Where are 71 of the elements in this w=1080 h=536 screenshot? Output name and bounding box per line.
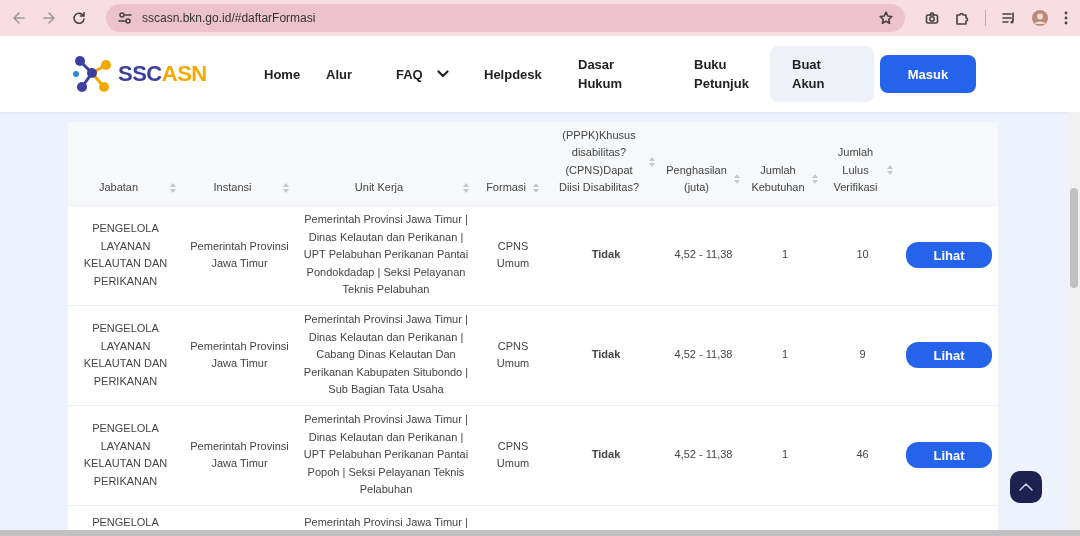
back-icon[interactable] — [12, 11, 26, 25]
sort-icon[interactable] — [648, 155, 656, 168]
media-icon[interactable] — [1002, 11, 1016, 25]
table-cell-text: Tidak — [591, 347, 621, 363]
column-header[interactable]: Jumlah Lulus Verifikasi — [831, 144, 880, 197]
logo-text: SSCASN — [118, 61, 207, 87]
table-cell-text: CPNS Umum — [495, 238, 531, 271]
column-header[interactable]: Formasi — [486, 179, 526, 197]
table-cell-text: Pemerintah Provinsi Jawa Timur | Dinas Kelautan dan Perikanan | UPT Pelabuhan Perikanan Pantai Pondokdadap | Seksi Pelayanan Teknis Pelabuhan — [302, 212, 470, 298]
table-cell-text: 46 — [856, 447, 869, 463]
sort-icon[interactable] — [732, 173, 741, 185]
table-cell-text: PENGELOLA LAYANAN KELAUTAN DAN PERIKANAN — [82, 321, 169, 389]
table-cell-text: CPNS Umum — [495, 438, 531, 471]
table-cell-text: 4,52 - 11,38 — [674, 447, 733, 463]
address-bar[interactable]: sscasn.bkn.go.id/#daftarFormasi — [106, 4, 905, 32]
column-header[interactable]: Jumlah Kebutuhan — [751, 161, 805, 197]
nav-link[interactable]: Buku Petunjuk — [684, 46, 768, 102]
column-header[interactable]: Penghasilan (juta) — [666, 161, 727, 197]
table-cell-text: CPNS Umum — [495, 338, 531, 371]
sort-icon[interactable] — [282, 181, 290, 194]
table-cell-text: PENGELOLA LAYANAN KELAUTAN DAN PERIKANAN — [82, 221, 169, 289]
reload-icon[interactable] — [72, 11, 86, 25]
more-icon[interactable] — [1064, 11, 1068, 25]
chevron-up-icon — [1019, 483, 1033, 491]
table-cell-text: 4,52 - 11,38 — [674, 347, 733, 363]
puzzle-icon[interactable] — [955, 11, 969, 25]
forward-icon[interactable] — [42, 11, 56, 25]
table-cell-text: 1 — [781, 447, 789, 463]
table-cell-text: Pemerintah Provinsi Jawa Timur — [189, 238, 290, 271]
register-button[interactable]: Buat Akun — [770, 46, 874, 102]
nav-dropdown[interactable]: FAQ — [386, 46, 474, 102]
sort-icon[interactable] — [462, 181, 470, 194]
column-header[interactable]: Jabatan — [74, 179, 163, 197]
view-button[interactable]: Lihat — [906, 442, 992, 468]
nav-link[interactable]: Alur — [316, 46, 386, 102]
view-button[interactable]: Lihat — [906, 342, 992, 368]
sort-icon[interactable] — [531, 181, 540, 194]
table-cell-text: Tidak — [591, 447, 621, 463]
sort-icon[interactable] — [811, 173, 819, 185]
table-cell-text: PENGELOLA LAYANAN KELAUTAN DAN PERIKANAN — [82, 421, 169, 489]
nav-link[interactable]: Home — [254, 46, 316, 102]
table-cell-text: 4,52 - 11,38 — [674, 247, 733, 263]
table-cell-text: Pemerintah Provinsi Jawa Timur | Dinas Kelautan dan Perikanan | Cabang Dinas Kelautan Dan Perikanan Kabupaten Situbondo | Sub Bagian Tata Usaha — [302, 312, 470, 398]
column-header[interactable]: Instansi — [189, 179, 276, 197]
chevron-down-icon — [436, 70, 449, 78]
view-button[interactable]: Lihat — [906, 242, 992, 268]
sort-icon[interactable] — [886, 164, 894, 177]
table-cell-text: 9 — [859, 347, 866, 363]
table-cell-text: Tidak — [591, 247, 621, 263]
table-cell-text: 1 — [781, 247, 789, 263]
column-header[interactable]: (PPPK)Khusus disabilitas?(CPNS)Dapat Diisi Disabilitas? — [556, 126, 642, 197]
table-cell-text: 1 — [781, 347, 789, 363]
table-cell-text: PENGELOLA — [92, 514, 159, 530]
avatar-icon[interactable] — [1032, 10, 1048, 26]
table-cell-text: 10 — [856, 247, 869, 263]
horizontal-scrollbar[interactable] — [0, 530, 1080, 536]
url-text: sscasn.bkn.go.id/#daftarFormasi — [142, 11, 316, 25]
column-header[interactable]: Unit Kerja — [302, 179, 456, 197]
star-icon[interactable] — [879, 11, 893, 25]
table-cell-text: Pemerintah Provinsi Jawa Timur — [189, 438, 290, 471]
sort-icon[interactable] — [169, 181, 177, 194]
back-to-top-button[interactable] — [1010, 471, 1042, 503]
nav-link[interactable]: Helpdesk — [474, 46, 568, 102]
nav-link[interactable]: Dasar Hukum — [568, 46, 684, 102]
scrollbar[interactable] — [1068, 112, 1080, 530]
camera-icon[interactable] — [925, 11, 939, 25]
site-settings-icon[interactable] — [118, 11, 132, 25]
table-cell-text: Pemerintah Provinsi Jawa Timur | — [304, 514, 468, 530]
table-cell-text: Pemerintah Provinsi Jawa Timur | Dinas Kelautan dan Perikanan | UPT Pelabuhan Perikanan Pantai Popoh | Seksi Pelayanan Teknis Pelabuhan — [302, 412, 470, 498]
table-cell-text: Pemerintah Provinsi Jawa Timur — [189, 338, 290, 371]
login-button[interactable]: Masuk — [880, 55, 976, 93]
